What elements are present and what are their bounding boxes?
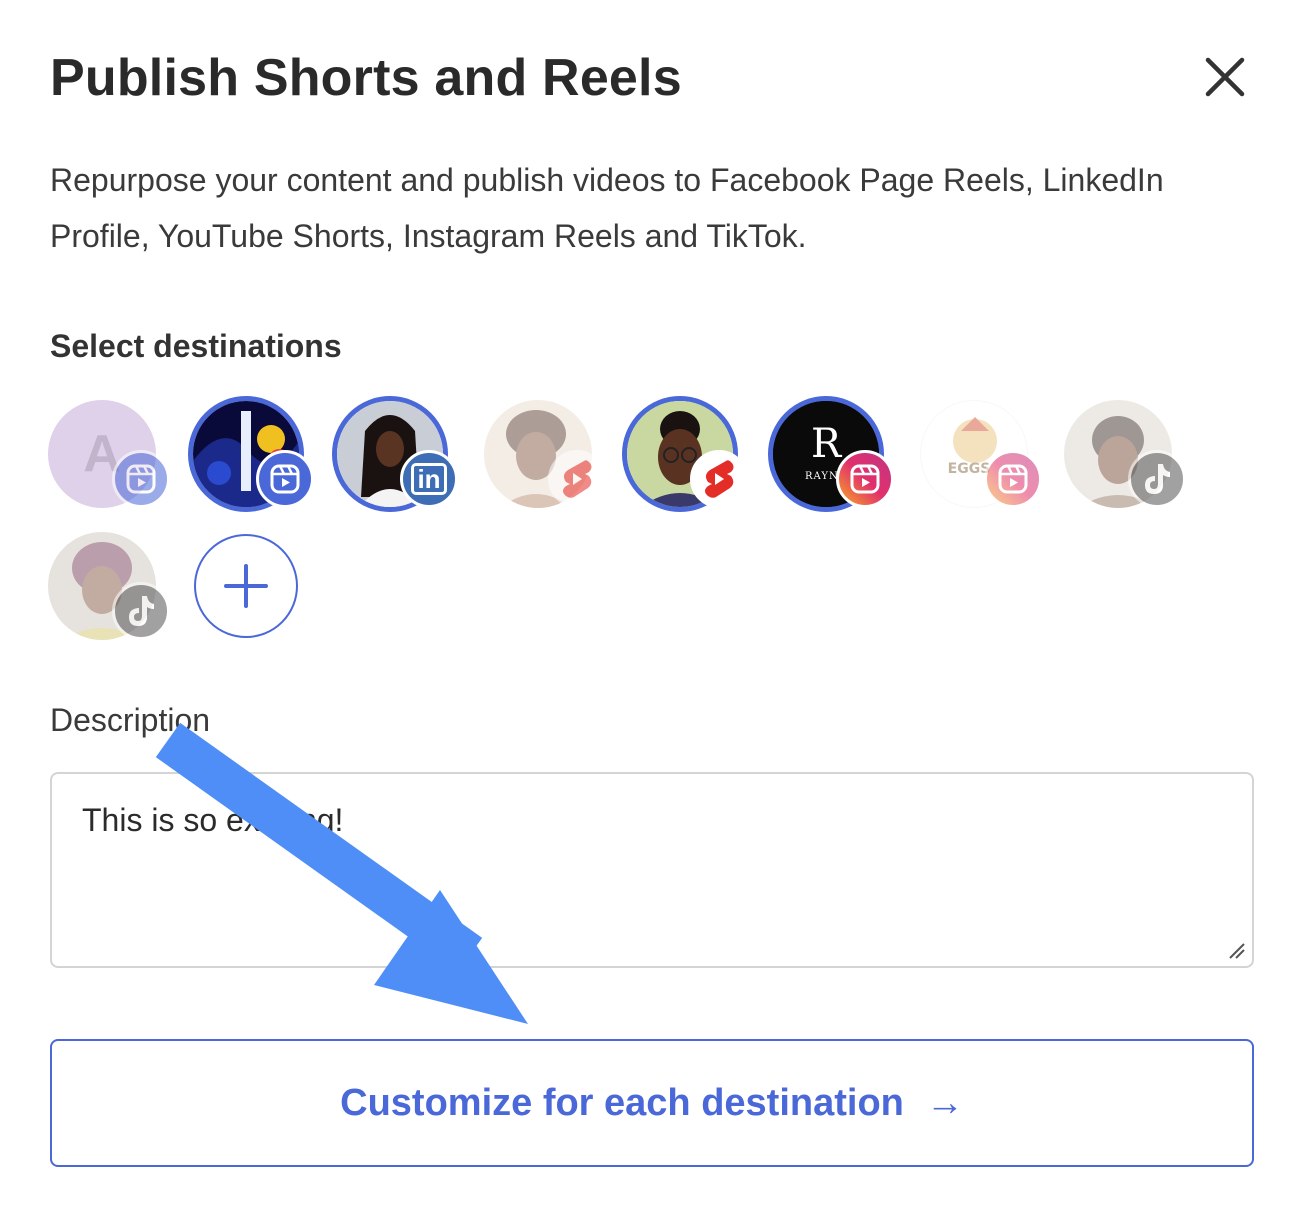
- close-icon: [1205, 57, 1245, 97]
- reels-icon: [850, 464, 880, 494]
- dialog-subtitle: Repurpose your content and publish video…: [50, 162, 1164, 254]
- reels-icon: [998, 464, 1028, 494]
- instagram-reels-badge: [836, 450, 894, 508]
- close-button[interactable]: [1200, 52, 1250, 102]
- description-text: This is so exciting!: [82, 802, 344, 838]
- description-label: Description: [50, 702, 211, 738]
- description-textarea[interactable]: This is so exciting!: [50, 772, 1254, 968]
- youtube-shorts-badge: [548, 450, 606, 508]
- reels-icon: [270, 464, 300, 494]
- youtube-shorts-badge: [690, 450, 748, 508]
- plus-icon: [224, 564, 268, 608]
- instagram-reels-badge: [984, 450, 1042, 508]
- tiktok-icon: [129, 596, 154, 626]
- destination-instagram-reels-1[interactable]: R RAYNE: [768, 396, 894, 512]
- destination-linkedin[interactable]: in: [332, 396, 458, 512]
- facebook-reels-badge: [256, 450, 314, 508]
- destination-youtube-shorts-1[interactable]: [484, 400, 606, 508]
- resize-handle-icon[interactable]: [1226, 940, 1246, 960]
- destination-tiktok-1[interactable]: [1064, 400, 1186, 508]
- dialog-title: Publish Shorts and Reels: [50, 49, 682, 107]
- customize-button-label: Customize for each destination: [340, 1081, 904, 1124]
- youtube-shorts-icon: [705, 460, 734, 498]
- destination-facebook-reels-1[interactable]: A: [48, 400, 170, 508]
- svg-text:R: R: [811, 421, 843, 467]
- add-destination-button[interactable]: [194, 534, 298, 638]
- facebook-reels-badge: [112, 450, 170, 508]
- linkedin-icon: in: [411, 463, 447, 495]
- tiktok-badge: [1128, 450, 1186, 508]
- linkedin-badge: in: [400, 450, 458, 508]
- destination-facebook-reels-2[interactable]: [188, 396, 314, 512]
- destination-youtube-shorts-2[interactable]: [622, 396, 748, 512]
- select-destinations-label: Select destinations: [50, 328, 342, 364]
- destination-tiktok-2[interactable]: [48, 532, 170, 640]
- tiktok-badge: [112, 582, 170, 640]
- tiktok-icon: [1145, 464, 1170, 494]
- reels-icon: [126, 464, 156, 494]
- destination-instagram-reels-2[interactable]: EGGS: [920, 400, 1042, 508]
- youtube-shorts-icon: [563, 460, 592, 498]
- customize-for-each-destination-button[interactable]: Customize for each destination →: [50, 1039, 1254, 1167]
- arrow-right-icon: →: [925, 1081, 964, 1124]
